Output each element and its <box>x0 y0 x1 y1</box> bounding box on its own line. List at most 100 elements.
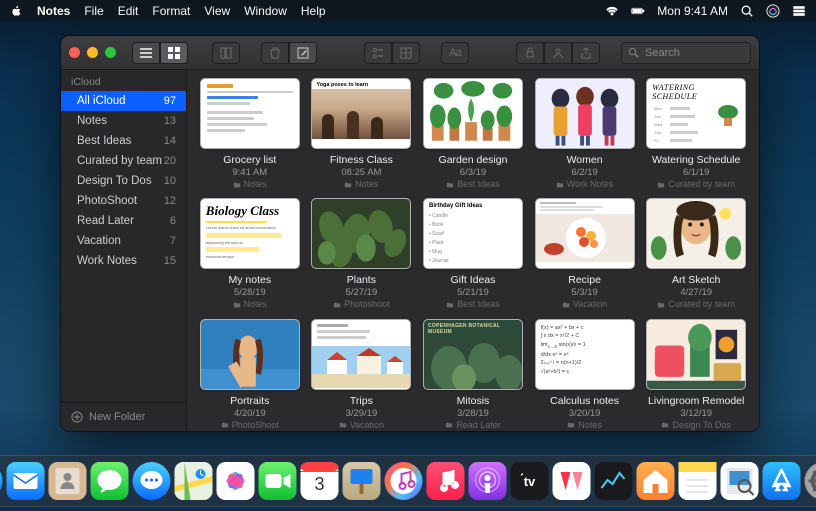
view-mode-toggle <box>132 42 188 64</box>
note-folder: Vacation <box>339 420 384 431</box>
folder-icon <box>567 421 575 429</box>
siri-icon[interactable] <box>766 4 780 18</box>
sidebar-item-all-icloud[interactable]: All iCloud97 <box>61 91 186 111</box>
menubar-item-window[interactable]: Window <box>244 4 287 18</box>
note-title: My notes <box>228 274 271 287</box>
dock-appletv[interactable]: tv <box>511 462 549 500</box>
dock-photos[interactable] <box>217 462 255 500</box>
table-button[interactable] <box>392 42 420 64</box>
sidebar-item-notes[interactable]: Notes13 <box>61 111 186 131</box>
minimize-button[interactable] <box>87 47 98 58</box>
note-item[interactable]: Trips 3/29/19 Vacation <box>311 319 413 431</box>
dock-mail[interactable] <box>7 462 45 500</box>
close-button[interactable] <box>69 47 80 58</box>
dock-facetime[interactable] <box>259 462 297 500</box>
note-item[interactable]: Art Sketch 4/27/19 Curated by team <box>645 198 747 310</box>
note-date: 4/27/19 <box>657 287 735 299</box>
notification-center-icon[interactable] <box>792 4 806 18</box>
list-view-button[interactable] <box>132 42 160 64</box>
note-item[interactable]: Recipe 5/3/19 Vacation <box>534 198 636 310</box>
note-thumbnail <box>200 319 300 390</box>
new-folder-button[interactable]: New Folder <box>61 402 186 431</box>
dock-safari[interactable] <box>0 462 3 500</box>
folder-icon <box>233 301 241 309</box>
dock-settings[interactable] <box>805 462 816 500</box>
note-title: Gift Ideas <box>446 274 500 287</box>
note-thumbnail <box>646 198 746 269</box>
dock-messages[interactable] <box>91 462 129 500</box>
menubar: Notes File Edit Format View Window Help … <box>0 0 816 22</box>
menubar-item-edit[interactable]: Edit <box>118 4 139 18</box>
note-item[interactable]: Yoga poses to learn Fitness Class 08:25 … <box>311 78 413 190</box>
sidebar-item-best-ideas[interactable]: Best Ideas14 <box>61 131 186 151</box>
menubar-item-format[interactable]: Format <box>152 4 190 18</box>
zoom-button[interactable] <box>105 47 116 58</box>
note-item[interactable]: f(x) = ax² + bx + c∫ x dx = x²/2 + Climx… <box>534 319 636 431</box>
traffic-lights <box>69 47 116 58</box>
search-field[interactable]: Search <box>621 42 751 64</box>
wifi-icon[interactable] <box>605 4 619 18</box>
delete-button[interactable] <box>261 42 289 64</box>
sidebar-item-design-to-dos[interactable]: Design To Dos10 <box>61 171 186 191</box>
battery-icon[interactable] <box>631 4 645 18</box>
note-title: Garden design <box>439 154 508 167</box>
dock-keynote[interactable] <box>343 462 381 500</box>
sidebar-item-read-later[interactable]: Read Later6 <box>61 211 186 231</box>
apple-menu-icon[interactable] <box>10 5 23 18</box>
note-folder: Notes <box>330 179 393 190</box>
folder-icon <box>657 181 665 189</box>
sidebar-item-photoshoot[interactable]: PhotoShoot12 <box>61 191 186 211</box>
new-note-button[interactable] <box>289 42 317 64</box>
note-item[interactable]: WATERINGSCHEDULEMonTueWedThuFri Watering… <box>645 78 747 190</box>
note-folder: Read Later <box>445 420 501 431</box>
share-button[interactable] <box>572 42 600 64</box>
note-item[interactable]: Plants 5/27/19 Photoshoot <box>311 198 413 310</box>
sidebar-item-work-notes[interactable]: Work Notes15 <box>61 251 186 271</box>
folder-icon <box>344 181 352 189</box>
menubar-app[interactable]: Notes <box>37 4 70 18</box>
gallery-view-button[interactable] <box>160 42 188 64</box>
dock-stocks[interactable] <box>595 462 633 500</box>
dock-music[interactable] <box>427 462 465 500</box>
note-date: 4/20/19 <box>221 408 279 420</box>
sidebar-item-curated-by-team[interactable]: Curated by team20 <box>61 151 186 171</box>
folder-icon <box>556 181 564 189</box>
dock-news[interactable] <box>553 462 591 500</box>
dock-preview[interactable] <box>721 462 759 500</box>
menubar-clock[interactable]: Mon 9:41 AM <box>657 4 728 18</box>
note-item[interactable]: Grocery list 9:41 AM Notes <box>199 78 301 190</box>
sidebar-item-vacation[interactable]: Vacation7 <box>61 231 186 251</box>
titlebar[interactable]: Aa Search <box>61 36 759 70</box>
svg-text:Tue: Tue <box>654 114 662 119</box>
menubar-item-view[interactable]: View <box>204 4 230 18</box>
dock-notes[interactable] <box>679 462 717 500</box>
dock-calendar[interactable]: 3 <box>301 462 339 500</box>
collaborate-button[interactable] <box>544 42 572 64</box>
note-item[interactable]: Livingroom Remodel 3/12/19 Design To Dos <box>645 319 747 431</box>
checklist-button[interactable] <box>364 42 392 64</box>
dock-appstore[interactable] <box>763 462 801 500</box>
spotlight-icon[interactable] <box>740 4 754 18</box>
menubar-item-help[interactable]: Help <box>301 4 326 18</box>
format-button[interactable]: Aa <box>441 42 469 64</box>
menubar-item-file[interactable]: File <box>84 4 103 18</box>
lock-button[interactable] <box>516 42 544 64</box>
attachments-button[interactable] <box>212 42 240 64</box>
note-item[interactable]: COPENHAGEN BOTANICAL MUSEUM Mitosis 3/28… <box>422 319 524 431</box>
sidebar-item-label: Curated by team <box>77 155 162 167</box>
svg-text:3: 3 <box>314 474 324 494</box>
dock-itunes[interactable] <box>385 462 423 500</box>
dock-home[interactable] <box>637 462 675 500</box>
dock-maps[interactable] <box>175 462 213 500</box>
sidebar-item-count: 12 <box>164 195 176 207</box>
note-item[interactable]: Garden design 6/3/19 Best Ideas <box>422 78 524 190</box>
dock-imessage[interactable] <box>133 462 171 500</box>
note-item[interactable]: Birthday Gift Ideas• Candle• Book• Scarf… <box>422 198 524 310</box>
note-item[interactable]: Portraits 4/20/19 PhotoShoot <box>199 319 301 431</box>
note-folder: Notes <box>223 179 276 190</box>
dock-contacts[interactable] <box>49 462 87 500</box>
note-item[interactable]: Biology ClassLorem ipsum dolor sit amet … <box>199 198 301 310</box>
note-item[interactable]: Women 6/2/19 Work Notes <box>534 78 636 190</box>
dock-podcasts[interactable] <box>469 462 507 500</box>
note-thumbnail <box>535 78 635 149</box>
